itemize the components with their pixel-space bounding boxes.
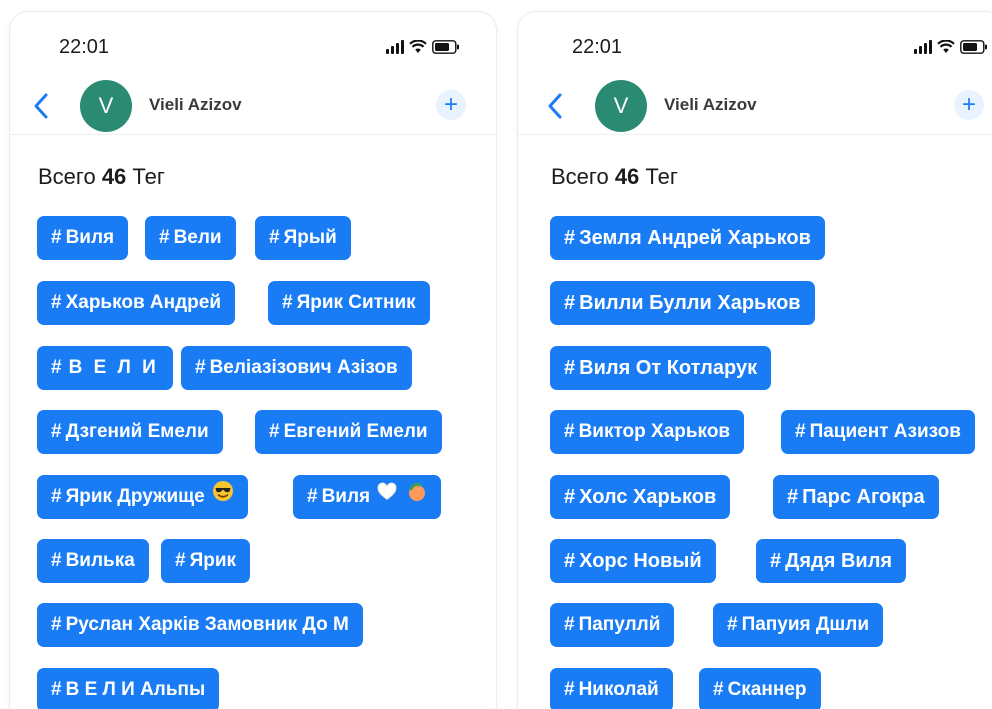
tag-chip[interactable]: # Николай (550, 668, 673, 709)
tag-chip[interactable]: # В Е Л И Альпы (37, 668, 220, 709)
tag-chip[interactable]: # Пациент Азизов (781, 410, 975, 454)
tag-chip[interactable]: # Виктор Харьков (550, 410, 745, 454)
tags-count: 46 (101, 164, 127, 189)
tag-chip[interactable]: # Ярый (255, 216, 351, 260)
battery-icon (960, 40, 988, 54)
peach-icon (405, 475, 427, 519)
tag-chip[interactable]: # Виля (37, 216, 129, 260)
tag-chip[interactable]: # Хорс Новый (550, 539, 716, 583)
tag-chip[interactable]: # Харьков Андрей (37, 281, 236, 325)
tags-count: 46 (614, 164, 640, 189)
tag-chip[interactable]: # Вилька (37, 539, 149, 583)
tag-chip[interactable]: # Виля (293, 475, 441, 519)
tag-chip[interactable]: # Евгений Емели (255, 410, 442, 454)
nav-bar: V Vieli Azizov + (518, 78, 992, 135)
tag-chip[interactable]: # Холс Харьков (550, 475, 731, 519)
contact-name[interactable]: Vieli Azizov (664, 95, 757, 115)
white-heart-icon (377, 475, 397, 519)
cellular-signal-icon (914, 40, 932, 54)
avatar-letter: V (613, 93, 629, 118)
phone-screen-left: 22:01 V Vieli Azizov + Всего 46 Тег # Ви… (10, 12, 496, 709)
tag-chip[interactable]: # Папуллй (550, 603, 675, 647)
heading-prefix: Всего (551, 164, 609, 189)
heading-prefix: Всего (38, 164, 96, 189)
tag-chip[interactable]: # Дядя Виля (756, 539, 907, 583)
chevron-left-icon[interactable] (30, 90, 54, 122)
chevron-left-icon[interactable] (544, 90, 568, 122)
tag-chip[interactable]: # Руслан Харків Замовник До М (37, 603, 363, 647)
status-bar: 22:01 (518, 12, 992, 82)
tag-chip[interactable]: # Вели (145, 216, 236, 260)
status-icons (386, 40, 460, 54)
tag-chip[interactable]: # Ярик (161, 539, 251, 583)
wifi-icon (937, 40, 955, 54)
tag-chip[interactable]: # Вилли Булли Харьков (550, 281, 815, 325)
smiling-face-with-sunglasses-icon (212, 475, 234, 519)
heading-suffix: Тег (645, 164, 678, 189)
tag-chip[interactable]: # В Е Л И (37, 346, 173, 390)
status-time: 22:01 (59, 36, 110, 58)
tag-chip[interactable]: # Дзгений Емели (37, 410, 223, 454)
tag-chip[interactable]: # Парс Агокра (773, 475, 939, 519)
add-tag-button[interactable]: + (436, 90, 466, 120)
avatar[interactable]: V (595, 80, 647, 132)
tags-total-heading: Всего 46 Тег (551, 164, 678, 190)
tag-chip[interactable]: # Папуия Дшли (713, 603, 884, 647)
tag-chip[interactable]: # Ярик Дружище (37, 475, 249, 519)
tag-chip[interactable]: # Сканнер (699, 668, 821, 709)
avatar-letter: V (98, 93, 114, 118)
add-tag-button[interactable]: + (954, 90, 984, 120)
avatar[interactable]: V (80, 80, 132, 132)
status-time: 22:01 (572, 36, 623, 58)
nav-bar: V Vieli Azizov + (10, 78, 496, 135)
contact-name[interactable]: Vieli Azizov (149, 95, 242, 115)
screenshot-stage: 22:01 V Vieli Azizov + Всего 46 Тег # Ви… (0, 0, 992, 709)
tag-chip[interactable]: # Веліазізович Азізов (181, 346, 412, 390)
phone-screen-right: 22:01 V Vieli Azizov + Всего 46 Тег # Зе… (518, 12, 992, 709)
status-icons (914, 40, 988, 54)
cellular-signal-icon (386, 40, 404, 54)
heading-suffix: Тег (132, 164, 165, 189)
tags-total-heading: Всего 46 Тег (38, 164, 165, 190)
tag-chip[interactable]: # Виля От Котларук (550, 346, 772, 390)
tag-chip[interactable]: # Земля Андрей Харьков (550, 216, 825, 260)
wifi-icon (409, 40, 427, 54)
tag-chip[interactable]: # Ярик Ситник (268, 281, 430, 325)
status-bar: 22:01 (10, 12, 496, 82)
battery-icon (432, 40, 460, 54)
